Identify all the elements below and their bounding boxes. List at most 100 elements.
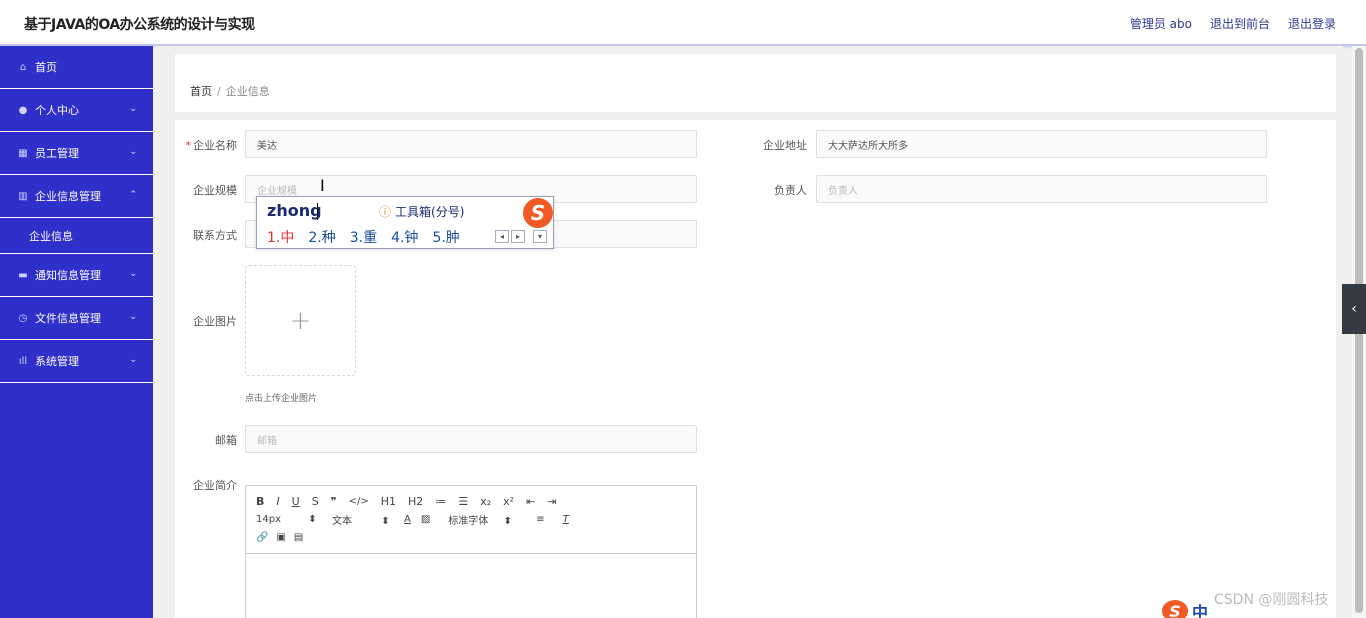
sidebar-item-company[interactable]: ▥ 企业信息管理 ⌃ [0,175,153,218]
bullet-list-button[interactable]: ☰ [458,495,468,508]
indent-button[interactable]: ⇥ [547,495,556,508]
text-cursor-icon: I [320,176,325,195]
toolbar-row-1: B I U S ❞ </> H1 H2 ≔ ☰ x₂ x² ⇤ ⇥ [256,492,686,510]
name-label: * 企业名称 [185,139,238,152]
logout-link[interactable]: 退出登录 [1288,15,1336,32]
sidebar-item-label: 员工管理 [35,147,79,160]
ime-candidates: 1.中 2.种 3.重 4.钟 5.肿 [267,227,460,247]
ime-caret [317,203,318,220]
align-button[interactable]: ≡ [536,514,544,525]
chart-icon: ▥ [18,190,28,202]
code-button[interactable]: </> [349,496,369,507]
ime-candidate[interactable]: 1.中 [267,227,294,247]
sidebar-item-label: 系统管理 [35,355,79,368]
text-type-select[interactable]: 文本 ⬍ [332,512,394,527]
ime-candidate[interactable]: 5.肿 [432,227,459,247]
font-color-button[interactable]: A [404,514,411,525]
chevron-down-icon: ⌄ [129,355,137,365]
rich-text-editor: B I U S ❞ </> H1 H2 ≔ ☰ x₂ x² ⇤ ⇥ 14px ⬍ [245,485,697,618]
expand-icon[interactable]: ▾ [533,230,547,243]
editor-toolbar: B I U S ❞ </> H1 H2 ≔ ☰ x₂ x² ⇤ ⇥ 14px ⬍ [246,486,696,554]
collapse-tab-button[interactable]: ‹ [1342,284,1366,334]
ime-composition: zhong [267,201,322,220]
italic-button[interactable]: I [276,495,279,508]
address-label: 企业地址 [763,139,807,152]
chevron-down-icon: ⌄ [129,104,137,114]
manager-input[interactable]: 负责人 [816,175,1267,203]
sidebar: ⌂ 首页 ● 个人中心 ⌄ ▦ 员工管理 ⌄ ▥ 企业信息管理 ⌃ 企业信息 ▬… [0,46,153,618]
app-title: 基于JAVA的OA办公系统的设计与实现 [24,17,255,33]
next-page-icon[interactable]: ▸ [511,230,525,243]
contact-label: 联系方式 [193,229,237,242]
ime-toolbox[interactable]: ⓘ 工具箱(分号) [379,203,464,220]
watermark: CSDN @刚圆科技 [1214,592,1329,608]
clear-format-button[interactable]: T [563,514,569,525]
top-bar: 基于JAVA的OA办公系统的设计与实现 管理员 abo 退出到前台 退出登录 [0,0,1366,49]
admin-label[interactable]: 管理员 abo [1130,15,1192,32]
toolbar-row-2: 14px ⬍ 文本 ⬍ A ▨ 标准字体 ⬍ ≡ T [256,510,686,528]
image-icon[interactable]: ▣ [276,532,285,543]
sidebar-item-label: 个人中心 [35,104,79,117]
subscript-button[interactable]: x₂ [480,495,491,508]
info-icon: ⓘ [379,205,392,219]
font-size-select[interactable]: 14px ⬍ [256,514,318,525]
company-form: * 企业名称 美达 企业地址 大大萨达所大所多 企业规模 企业规模 负责人 负责人… [175,120,1336,618]
font-family-select[interactable]: 标准字体 ⬍ [448,512,522,527]
video-icon[interactable]: ▤ [294,532,303,543]
ime-candidate[interactable]: 2.种 [308,227,335,247]
user-icon: ● [18,104,28,116]
intro-label: 企业简介 [193,479,237,492]
bold-button[interactable]: B [256,495,264,508]
scale-label: 企业规模 [193,184,237,197]
upload-hint: 点击上传企业图片 [245,394,318,404]
email-input[interactable]: 邮箱 [245,425,697,453]
superscript-button[interactable]: x² [503,495,514,508]
ime-mode-indicator[interactable]: 中 [1192,599,1208,618]
sidebar-item-label: 通知信息管理 [35,269,101,282]
monitor-icon: ▬ [18,269,28,281]
breadcrumb: 首页 / 企业信息 [190,83,270,99]
sidebar-item-label: 企业信息管理 [35,190,101,203]
grid-icon: ▦ [18,147,28,159]
ime-page-arrows: ◂ ▸ ▾ [495,230,547,243]
ime-candidate[interactable]: 4.钟 [391,227,418,247]
quote-button[interactable]: ❞ [331,495,337,508]
prev-page-icon[interactable]: ◂ [495,230,509,243]
image-upload-button[interactable]: + [245,265,356,376]
sidebar-subitem-company-info[interactable]: 企业信息 [0,218,153,254]
sidebar-item-home[interactable]: ⌂ 首页 [0,46,153,89]
ime-candidate[interactable]: 3.重 [350,227,377,247]
breadcrumb-home[interactable]: 首页 [190,85,212,98]
sidebar-item-staff[interactable]: ▦ 员工管理 ⌄ [0,132,153,175]
ime-candidate-window: zhong ⓘ 工具箱(分号) S 1.中 2.种 3.重 4.钟 5.肿 ◂ ▸… [256,196,554,249]
chevron-down-icon: ⌄ [129,269,137,279]
image-label: 企业图片 [193,315,237,328]
home-icon: ⌂ [19,61,27,73]
link-icon[interactable]: 🔗 [256,532,268,543]
back-to-front-link[interactable]: 退出到前台 [1210,15,1270,32]
ordered-list-button[interactable]: ≔ [435,495,446,508]
sogou-logo-icon: S [523,198,553,228]
h1-button[interactable]: H1 [381,495,396,508]
h2-button[interactable]: H2 [408,495,423,508]
clock-icon: ◷ [18,312,28,324]
ime-tray: S 中 [1162,599,1208,618]
sogou-tray-icon[interactable]: S [1162,600,1188,618]
company-name-input[interactable]: 美达 [245,130,697,158]
outdent-button[interactable]: ⇤ [526,495,535,508]
email-label: 邮箱 [215,434,237,447]
underline-button[interactable]: U [292,495,300,508]
toolbar-row-3: 🔗 ▣ ▤ [256,528,686,546]
sidebar-item-notice[interactable]: ▬ 通知信息管理 ⌄ [0,254,153,297]
company-address-input[interactable]: 大大萨达所大所多 [816,130,1267,158]
sidebar-item-label: 首页 [35,61,57,74]
bar-chart-icon: ıll [18,355,28,367]
sidebar-item-system[interactable]: ıll 系统管理 ⌄ [0,340,153,383]
header-links: 管理员 abo 退出到前台 退出登录 [1130,15,1336,32]
sidebar-item-files[interactable]: ◷ 文件信息管理 ⌄ [0,297,153,340]
sidebar-item-label: 文件信息管理 [35,312,101,325]
bg-color-button[interactable]: ▨ [421,514,430,525]
sidebar-item-personal[interactable]: ● 个人中心 ⌄ [0,89,153,132]
strike-button[interactable]: S [312,495,319,508]
manager-label: 负责人 [774,184,807,197]
